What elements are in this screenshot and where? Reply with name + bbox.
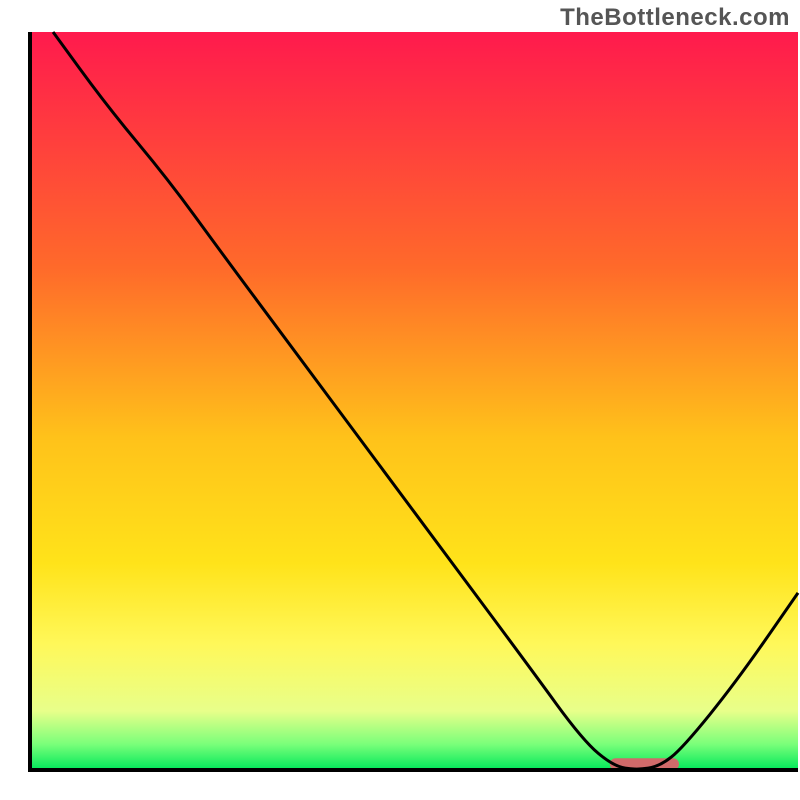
bottleneck-chart	[0, 0, 800, 800]
attribution-watermark: TheBottleneck.com	[560, 4, 790, 32]
chart-container: TheBottleneck.com	[0, 0, 800, 800]
plot-background	[30, 32, 798, 770]
